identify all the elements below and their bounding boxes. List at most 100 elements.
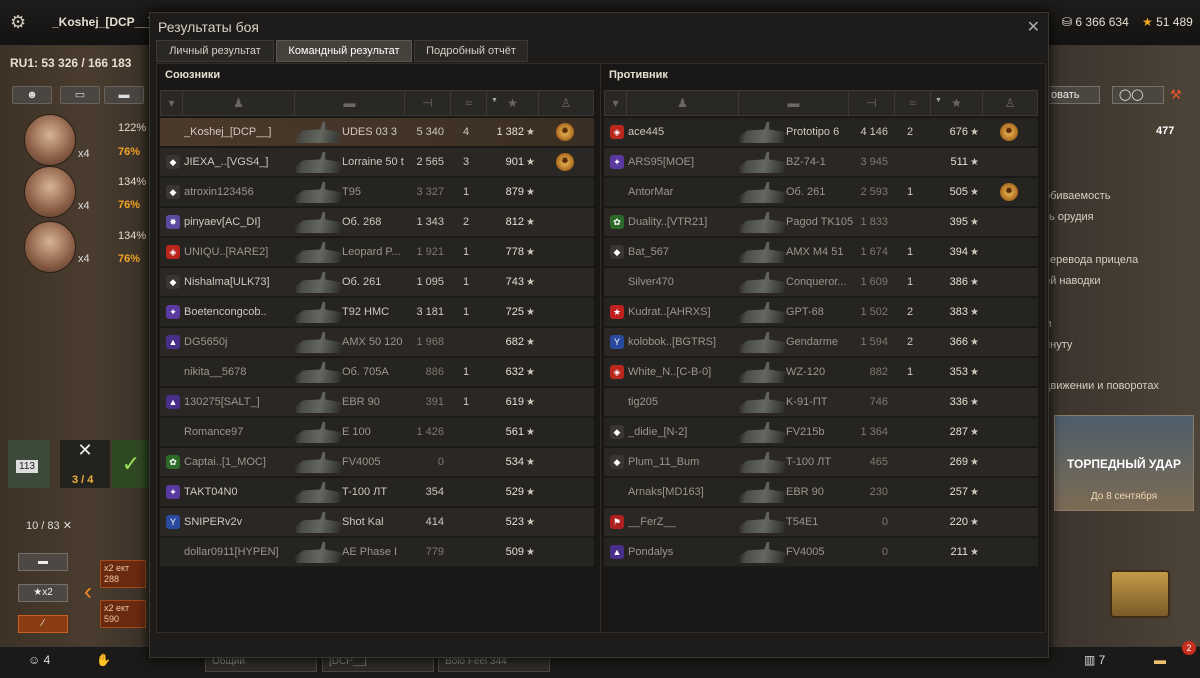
check-icon[interactable]: ✓ [112,440,150,488]
medal-icon[interactable]: ✹ [556,153,574,171]
crew-avatar[interactable] [24,166,76,218]
table-row[interactable]: nikita__5678 Об. 705А 886 1 632 ★ [160,358,594,387]
player-name[interactable]: __FerZ__ [628,508,738,537]
table-row[interactable]: ✦ ARS95[MOE] BZ-74-1 3 945 511 ★ [604,148,1038,177]
player-name[interactable]: pinyaev[AC_DI] [184,208,294,237]
player-name[interactable]: ace445 [628,118,738,147]
tab-detailed[interactable]: Подробный отчёт [414,40,528,62]
player-name[interactable]: Plum_11_Bum [628,448,738,477]
player-name[interactable]: TAKT04N0 [184,478,294,507]
table-row[interactable]: ◈ ace445 Prototipo 64 146 2 676 ★ ✹ [604,118,1038,147]
player-name[interactable]: Duality..[VTR21] [628,208,738,237]
medal-icon[interactable]: ✹ [556,123,574,141]
damage-column-icon[interactable]: ⊣ [405,91,451,115]
right-action-button[interactable]: овать [1044,86,1100,104]
player-name[interactable]: atroxin123456 [184,178,294,207]
player-name[interactable]: Romance97 [184,418,294,447]
stats-button[interactable]: ▥ 7 [1084,653,1105,667]
player-name[interactable]: SNIPERv2v [184,508,294,537]
player-name[interactable]: tig205 [628,388,738,417]
kills-column-icon[interactable]: ≈ [895,91,931,115]
table-row[interactable]: ◈ UNIQU..[RARE2] Leopard P... 1 921 1 778 ★ [160,238,594,267]
xp-column-icon[interactable]: ▼ ★ [487,91,539,115]
tab-personal[interactable]: Личный результат [156,40,274,62]
table-row[interactable]: Arnaks[MD163] EBR 90 230 257 ★ [604,478,1038,507]
player-name[interactable]: ARS95[MOE] [628,148,738,177]
platoon-button[interactable]: ☺ 4 [28,653,50,667]
chevron-left-icon[interactable]: ‹ [84,578,92,606]
table-row[interactable]: ★ Kudrat..[AHRXS] GPT-68 1 502 2 383 ★ [604,298,1038,327]
table-row[interactable]: ◆ _didie_[N-2] FV215b 1 364 287 ★ [604,418,1038,447]
bonus-card[interactable]: x2 ект 590 [100,600,146,628]
platoon-column-icon[interactable]: ▾ [161,91,183,115]
premium-filter-button[interactable]: ⁄ [18,615,68,633]
player-name[interactable]: JIEXA_..[VGS4_] [184,148,294,177]
table-row[interactable]: ▲ 130275[SALT_] EBR 90 391 1 619 ★ [160,388,594,417]
table-row[interactable]: ◈ White_N..[C-B-0] WZ-120 882 1 353 ★ [604,358,1038,387]
table-row[interactable]: ⚑ __FerZ__ T54E1 0 220 ★ [604,508,1038,537]
table-row[interactable]: Silver470 Conqueror... 1 609 1 386 ★ [604,268,1038,297]
table-row[interactable]: Ykolobok..[BGTRS] Gendarme 1 594 2 366 ★ [604,328,1038,357]
cart-icon[interactable]: ⚒ [1170,87,1182,103]
medal-icon[interactable]: ✹ [1000,183,1018,201]
player-name[interactable]: nikita__5678 [184,358,294,387]
player-name[interactable]: _Koshej_[DCP__] [52,15,152,29]
player-name[interactable]: Bat_567 [628,238,738,267]
table-row[interactable]: ◆ JIEXA_..[VGS4_] Lorraine 50 t2 565 3 901 ★ ✹ [160,148,594,177]
crew-button[interactable]: ☻ [12,86,52,104]
player-name[interactable]: Captai..[1_MOC] [184,448,294,477]
table-row[interactable]: ✸ pinyaev[AC_DI] Об. 268 1 343 2 812 ★ [160,208,594,237]
table-row[interactable]: ✦ TAKT04N0 T-100 ЛТ 354 529 ★ [160,478,594,507]
player-column-icon[interactable]: ♟ [183,91,295,115]
table-row[interactable]: ✿ Duality..[VTR21] Pagod TK105 1 833 395 ★ [604,208,1038,237]
player-name[interactable]: White_N..[C-B-0] [628,358,738,387]
kills-column-icon[interactable]: ≈ [451,91,487,115]
table-row[interactable]: ✿ Captai..[1_MOC] FV4005 0 534 ★ [160,448,594,477]
player-name[interactable]: dollar0911[HYPEN] [184,538,294,567]
player-name[interactable]: _Koshej_[DCP__] [184,118,294,147]
crew-avatar[interactable] [24,221,76,273]
table-row[interactable]: ✦ Boetencongcob.. T92 HMC 3 181 1 725 ★ [160,298,594,327]
book-button[interactable]: ▭ [60,86,100,104]
tank-button[interactable]: ▬ [104,86,144,104]
bonus-card[interactable]: x2 ект 288 [100,560,146,588]
player-name[interactable]: AntorMar [628,178,738,207]
platoon-column-icon[interactable]: ▾ [605,91,627,115]
player-name[interactable]: DG5650j [184,328,294,357]
player-name[interactable]: kolobok..[BGTRS] [628,328,738,357]
medal-icon[interactable]: ✹ [1000,123,1018,141]
table-row[interactable]: dollar0911[HYPEN] AE Phase I 779 509 ★ [160,538,594,567]
player-name[interactable]: Kudrat..[AHRXS] [628,298,738,327]
player-name[interactable]: Nishalma[ULK73] [184,268,294,297]
damage-column-icon[interactable]: ⊣ [849,91,895,115]
xp-column-icon[interactable]: ▼ ★ [931,91,983,115]
player-name[interactable]: Silver470 [628,268,738,297]
table-row[interactable]: ◆ Bat_567 AMX M4 51 1 674 1 394 ★ [604,238,1038,267]
table-row[interactable]: ◆ Plum_11_Bum T-100 ЛТ 465 269 ★ [604,448,1038,477]
notifications-icon[interactable]: ▬ [1154,653,1166,667]
medal-column-icon[interactable]: ♙ [983,91,1037,115]
close-icon[interactable]: ✕ [1027,17,1040,37]
tank-column-icon[interactable]: ▬ [295,91,405,115]
player-column-icon[interactable]: ♟ [627,91,739,115]
crew-avatar[interactable] [24,114,76,166]
player-name[interactable]: Boetencongcob.. [184,298,294,327]
crate-icon[interactable] [1110,570,1170,618]
table-row[interactable]: tig205 K-91-ПТ 746 336 ★ [604,388,1038,417]
table-row[interactable]: ◆ atroxin123456 T95 3 327 1 879 ★ [160,178,594,207]
gear-icon[interactable]: ⚙ [10,12,26,33]
tab-team[interactable]: Командный результат [276,40,412,62]
table-row[interactable]: ▲ DG5650j AMX 50 120 1 968 682 ★ [160,328,594,357]
table-row[interactable]: _Koshej_[DCP__] UDES 03 35 340 4 1 382 ★ ✹ [160,118,594,147]
handshake-icon[interactable]: ✋ [96,653,111,667]
table-row[interactable]: Y SNIPERv2v Shot Kal 414 523 ★ [160,508,594,537]
multiplier-filter-button[interactable]: ★x2 [18,584,68,602]
table-row[interactable]: AntorMar Об. 261 2 593 1 505 ★ ✹ [604,178,1038,207]
player-name[interactable]: Pondalys [628,538,738,567]
player-name[interactable]: 130275[SALT_] [184,388,294,417]
player-name[interactable]: Arnaks[MD163] [628,478,738,507]
player-name[interactable]: _didie_[N-2] [628,418,738,447]
tank-filter-button[interactable]: ▬ [18,553,68,571]
table-row[interactable]: Romance97 E 100 1 426 561 ★ [160,418,594,447]
medal-column-icon[interactable]: ♙ [539,91,593,115]
